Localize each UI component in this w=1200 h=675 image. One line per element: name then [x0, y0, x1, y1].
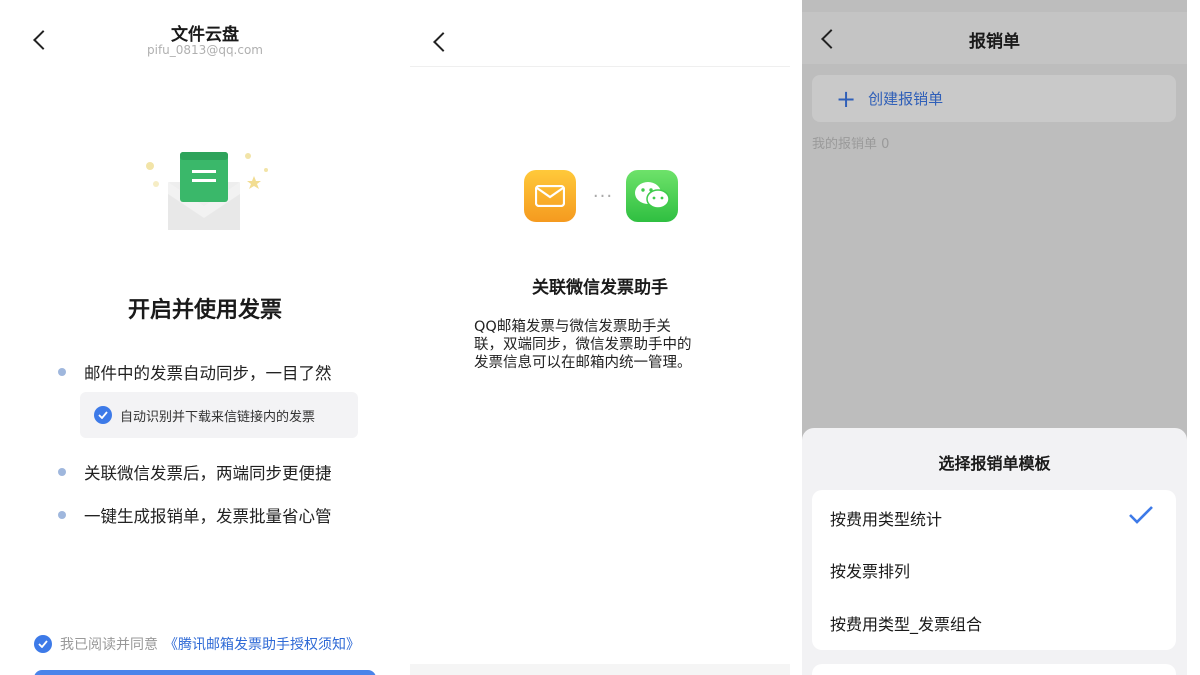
bullet-dot [58, 468, 66, 476]
header-divider [410, 66, 790, 67]
template-options-list: 按费用类型统计 按发票排列 按费用类型_发票组合 [812, 490, 1176, 650]
enable-invoice-button[interactable] [34, 670, 376, 675]
template-bottom-sheet: 选择报销单模板 按费用类型统计 按发票排列 按费用类型_发票组合 [802, 428, 1187, 675]
sub-feature-text: 自动识别并下载来信链接内的发票 [120, 409, 316, 425]
cancel-button[interactable] [812, 664, 1176, 675]
feature-item: 邮件中的发票自动同步，一目了然 [58, 360, 332, 384]
bullet-dot [58, 368, 66, 376]
create-label: 创建报销单 [868, 90, 944, 108]
description-line: QQ邮箱发票与微信发票助手关 [474, 319, 671, 335]
connector-dots: ··· [592, 186, 614, 207]
link-description: QQ邮箱发票与微信发票助手关 联，双端同步，微信发票助手中的 发票信息可以在邮箱… [474, 318, 744, 372]
feature-heading: 开启并使用发票 [127, 298, 282, 323]
my-reimbursement-count: 我的报销单 0 [812, 137, 890, 152]
link-heading: 关联微信发票助手 [532, 278, 668, 298]
qq-mail-app-icon [524, 170, 576, 222]
agreement-row: 我已阅读并同意 《腾讯邮箱发票助手授权须知》 [34, 634, 360, 654]
agree-checkbox-icon[interactable] [34, 635, 52, 653]
sheet-title: 选择报销单模板 [938, 454, 1051, 473]
description-line: 联，双端同步，微信发票助手中的 [474, 337, 692, 353]
wechat-app-icon [626, 170, 678, 222]
page-title: 文件云盘 [171, 25, 239, 45]
authorization-notice-link[interactable]: 《腾讯邮箱发票助手授权须知》 [164, 634, 360, 654]
sub-feature-box: 自动识别并下载来信链接内的发票 [80, 392, 358, 438]
feature-text: 关联微信发票后，两端同步更便捷 [84, 464, 332, 483]
template-option[interactable]: 按费用类型_发票组合 [830, 611, 982, 635]
bottom-bar [410, 664, 790, 675]
invoice-intro-panel: 文件云盘 pifu_0813@qq.com 开启并使用发票 邮件中的发票自动同步… [0, 0, 400, 675]
back-arrow-icon[interactable] [433, 32, 453, 52]
check-circle-icon [94, 406, 112, 424]
reimbursement-panel: 报销单 + 创建报销单 我的报销单 0 选择报销单模板 按费用类型统计 按发票排… [802, 0, 1187, 675]
template-option[interactable]: 按发票排列 [830, 558, 910, 582]
template-option[interactable]: 按费用类型统计 [830, 506, 942, 530]
plus-icon: + [836, 84, 857, 113]
link-wechat-panel: ··· 关联微信发票助手 QQ邮箱发票与微信发票助手关 联，双端同步，微信发票助… [410, 0, 790, 675]
create-reimbursement-button[interactable]: + 创建报销单 [812, 75, 1176, 122]
feature-item: 关联微信发票后，两端同步更便捷 [58, 460, 332, 484]
invoice-envelope-icon [146, 152, 268, 230]
checkmark-icon [1129, 506, 1153, 524]
feature-item: 一键生成报销单，发票批量省心管 [58, 503, 332, 527]
agree-text: 我已阅读并同意 [60, 637, 158, 653]
account-email: pifu_0813@qq.com [147, 43, 263, 57]
bullet-dot [58, 511, 66, 519]
description-line: 发票信息可以在邮箱内统一管理。 [474, 355, 692, 371]
page-title: 报销单 [969, 32, 1020, 52]
feature-text: 邮件中的发票自动同步，一目了然 [84, 364, 332, 383]
feature-text: 一键生成报销单，发票批量省心管 [84, 507, 332, 526]
